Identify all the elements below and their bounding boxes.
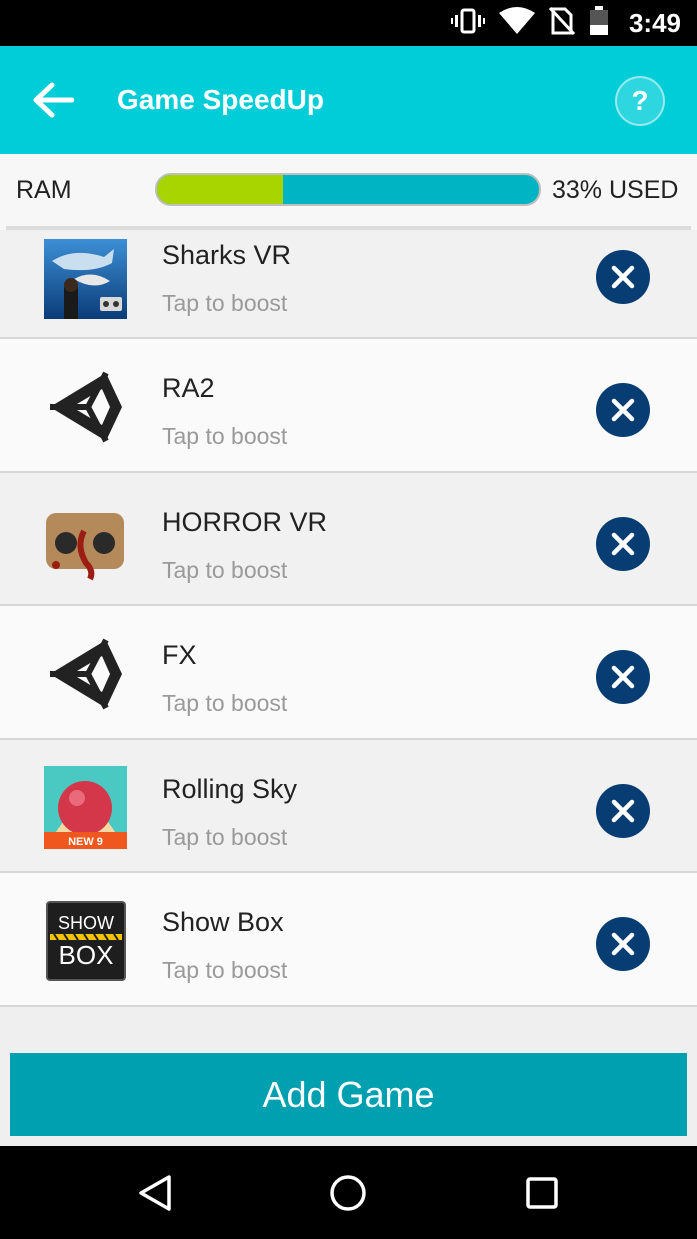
- triangle-back-icon: [139, 1175, 171, 1211]
- wifi-icon: [498, 6, 535, 40]
- close-icon: [611, 932, 635, 956]
- game-subtitle: Tap to boost: [162, 823, 288, 850]
- game-subtitle: Tap to boost: [162, 423, 288, 449]
- game-row-rolling-sky[interactable]: NEW 9 Rolling Sky Tap to boost: [0, 739, 697, 873]
- square-recents-icon: [526, 1177, 558, 1209]
- help-button[interactable]: ?: [615, 76, 665, 126]
- rolling-sky-icon: NEW 9: [44, 766, 127, 849]
- show-box-logo-top: SHOW: [58, 913, 114, 933]
- circle-home-icon: [330, 1175, 366, 1211]
- close-icon: [611, 665, 635, 689]
- game-row-ra2[interactable]: RA2 Tap to boost: [0, 339, 697, 473]
- game-subtitle: Tap to boost: [162, 290, 288, 316]
- show-box-logo-bottom: BOX: [58, 940, 113, 970]
- game-name: FX: [162, 640, 197, 670]
- status-icons: 3:49: [450, 0, 681, 46]
- game-name: Show Box: [162, 907, 284, 937]
- app-bar: Game SpeedUp ?: [0, 46, 697, 154]
- remove-game-button[interactable]: [596, 516, 650, 571]
- unity-icon: [44, 634, 127, 714]
- game-subtitle: Tap to boost: [162, 556, 288, 583]
- nav-home-button[interactable]: [324, 1169, 372, 1217]
- game-name: HORROR VR: [162, 506, 328, 537]
- show-box-icon: SHOW BOX: [44, 901, 127, 981]
- game-row-fx[interactable]: FX Tap to boost: [0, 606, 697, 740]
- ram-progress-bar: [155, 173, 541, 206]
- sharks-vr-icon: [44, 239, 127, 319]
- game-row-sharks-vr[interactable]: Sharks VR Tap to boost: [0, 232, 697, 339]
- no-sim-icon: [548, 6, 576, 40]
- game-subtitle: Tap to boost: [162, 690, 288, 716]
- ram-progress-fill: [157, 175, 284, 204]
- battery-icon: [589, 5, 609, 41]
- vibrate-icon: [450, 8, 485, 39]
- game-subtitle: Tap to boost: [162, 957, 288, 983]
- game-name: Rolling Sky: [162, 773, 298, 804]
- game-name: Sharks VR: [162, 240, 292, 270]
- horror-vr-icon: [44, 501, 127, 581]
- close-icon: [611, 398, 635, 422]
- remove-game-button[interactable]: [596, 250, 650, 304]
- add-game-button[interactable]: Add Game: [10, 1053, 687, 1136]
- game-row-show-box[interactable]: SHOW BOX Show Box Tap to boost: [0, 873, 697, 1007]
- remove-game-button[interactable]: [596, 650, 650, 704]
- ram-label: RAM: [16, 176, 72, 204]
- remove-game-button[interactable]: [596, 383, 650, 437]
- status-time: 3:49: [628, 7, 681, 38]
- ram-used-text: 33% USED: [552, 176, 679, 204]
- remove-game-button[interactable]: [596, 917, 650, 971]
- divider: [6, 226, 691, 230]
- close-icon: [611, 265, 635, 289]
- game-list: Sharks VR Tap to boost RA2 Tap to boost …: [0, 232, 697, 1007]
- navigation-bar: [0, 1146, 697, 1239]
- game-row-horror-vr[interactable]: HORROR VR Tap to boost: [0, 472, 697, 606]
- ram-usage-row: RAM 33% USED: [0, 154, 697, 230]
- rolling-sky-badge: NEW 9: [68, 836, 103, 848]
- close-icon: [611, 532, 635, 555]
- arrow-back-icon: [33, 82, 74, 118]
- close-icon: [611, 799, 635, 822]
- page-title: Game SpeedUp: [117, 84, 324, 115]
- game-name: RA2: [162, 373, 215, 403]
- status-bar: 3:49: [0, 0, 697, 46]
- remove-game-button[interactable]: [596, 783, 650, 838]
- unity-icon: [44, 367, 127, 447]
- back-button[interactable]: [28, 76, 78, 124]
- nav-back-button[interactable]: [131, 1169, 179, 1217]
- nav-recents-button[interactable]: [518, 1169, 566, 1217]
